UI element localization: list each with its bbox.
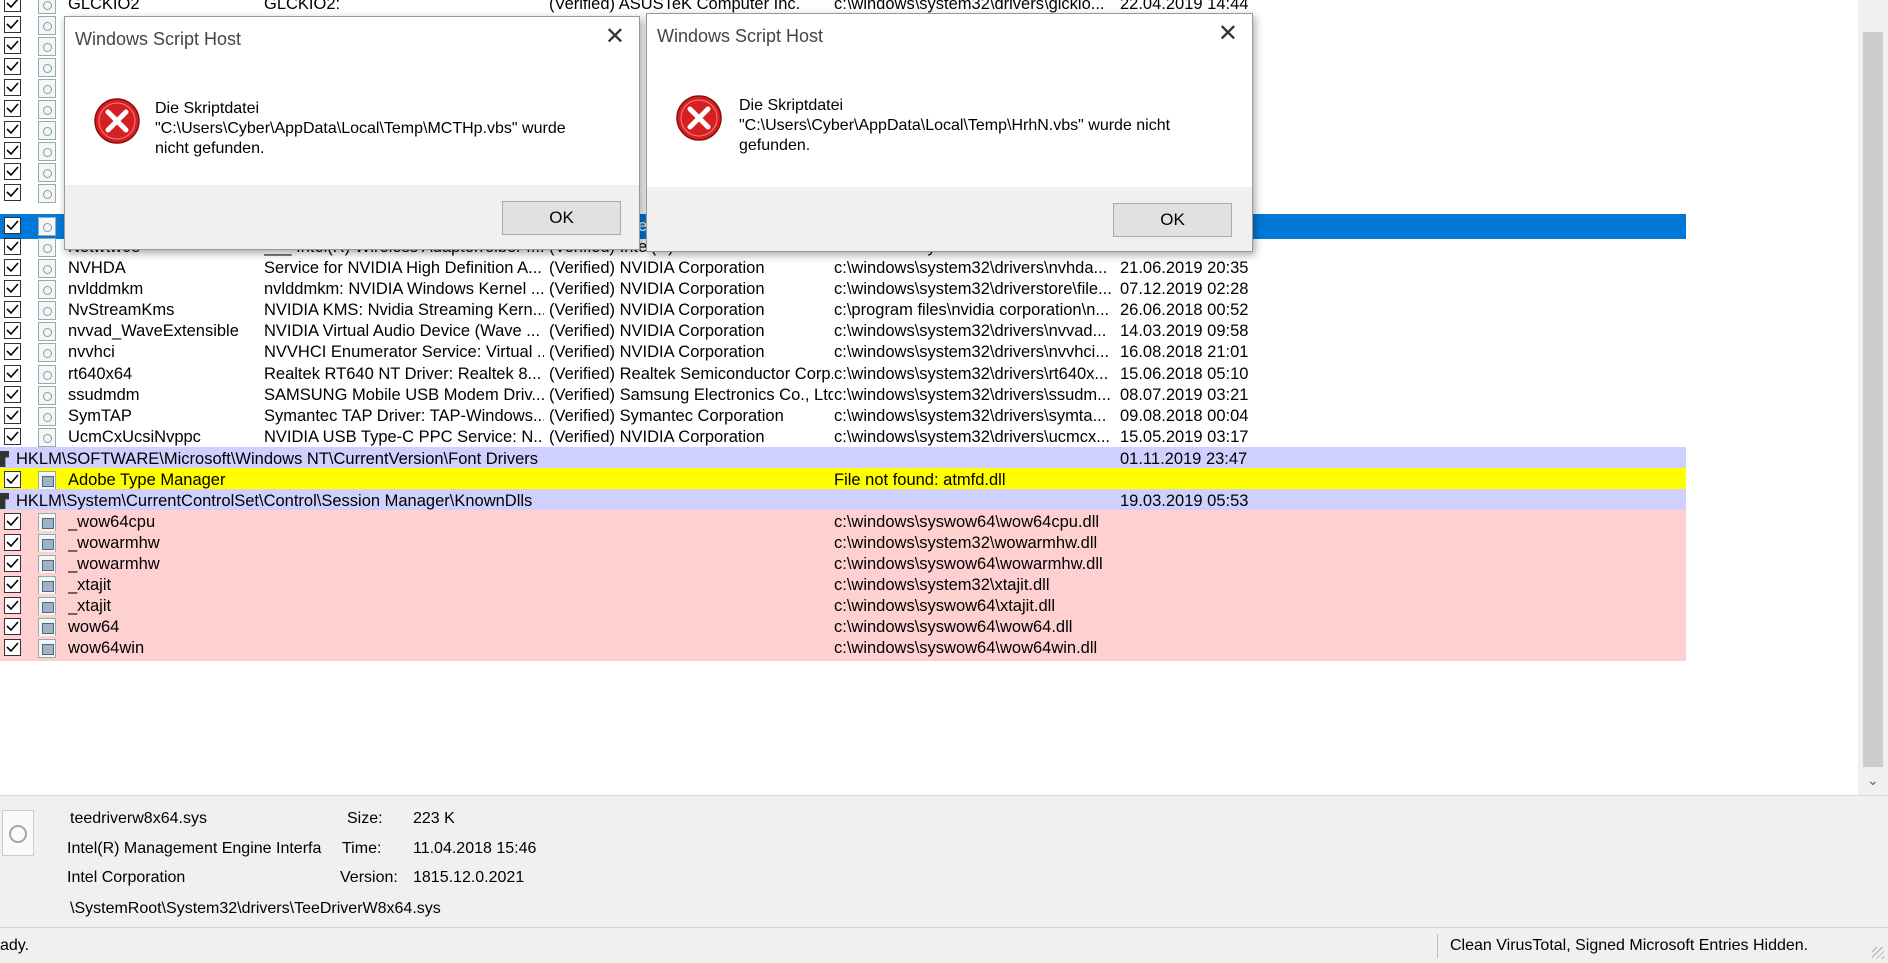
detail-version-label: Version: bbox=[340, 869, 398, 886]
detail-description: Intel(R) Management Engine Interfa bbox=[67, 840, 322, 857]
entry-checkbox[interactable] bbox=[4, 37, 21, 54]
entry-checkbox[interactable] bbox=[4, 184, 21, 201]
dll-icon bbox=[38, 618, 56, 637]
dll-icon bbox=[38, 576, 56, 595]
detail-company: Intel Corporation bbox=[67, 869, 186, 886]
driver-gear-icon bbox=[38, 301, 56, 320]
entry-checkbox[interactable] bbox=[4, 100, 21, 117]
dll-icon bbox=[38, 534, 56, 553]
driver-gear-icon bbox=[38, 386, 56, 405]
dll-icon bbox=[38, 513, 56, 532]
entry-name: wow64win bbox=[68, 639, 145, 657]
entry-description: GLCKIO2: bbox=[264, 0, 341, 13]
driver-gear-icon bbox=[38, 407, 56, 426]
entry-checkbox[interactable] bbox=[4, 597, 21, 614]
file-gear-icon bbox=[2, 810, 34, 856]
entry-checkbox[interactable] bbox=[4, 58, 21, 75]
script-host-dialog-1[interactable]: Windows Script Host ✕ Die Skriptdatei "C… bbox=[64, 16, 640, 250]
vertical-scrollbar[interactable]: ⌄ bbox=[1858, 0, 1888, 795]
entry-checkbox[interactable] bbox=[4, 79, 21, 96]
driver-gear-icon bbox=[38, 142, 56, 161]
driver-gear-icon bbox=[38, 217, 56, 236]
entry-checkbox[interactable] bbox=[4, 121, 21, 138]
dll-icon bbox=[38, 555, 56, 574]
entry-checkbox[interactable] bbox=[4, 301, 21, 318]
driver-gear-icon bbox=[38, 365, 56, 384]
entry-checkbox[interactable] bbox=[4, 407, 21, 424]
driver-gear-icon bbox=[38, 121, 56, 140]
entry-checkbox[interactable] bbox=[4, 163, 21, 180]
entry-checkbox[interactable] bbox=[4, 142, 21, 159]
driver-gear-icon bbox=[38, 259, 56, 278]
scroll-down-icon[interactable]: ⌄ bbox=[1867, 772, 1879, 789]
detail-time-label: Time: bbox=[342, 840, 382, 857]
status-text: ady. bbox=[0, 937, 30, 954]
driver-gear-icon bbox=[38, 322, 56, 341]
driver-gear-icon bbox=[38, 184, 56, 203]
driver-gear-icon bbox=[38, 280, 56, 299]
driver-gear-icon bbox=[38, 16, 56, 35]
driver-gear-icon bbox=[38, 79, 56, 98]
entry-checkbox[interactable] bbox=[4, 471, 21, 488]
entry-checkbox[interactable] bbox=[4, 0, 21, 12]
entry-checkbox[interactable] bbox=[4, 534, 21, 551]
entry-checkbox[interactable] bbox=[4, 576, 21, 593]
scrollbar-thumb[interactable] bbox=[1863, 32, 1883, 767]
entry-image-path: c:\windows\syswow64\wow64win.dll bbox=[834, 639, 1098, 657]
detail-time: 11.04.2018 15:46 bbox=[413, 840, 537, 857]
registry-key-icon bbox=[0, 493, 9, 509]
driver-gear-icon bbox=[38, 428, 56, 447]
entry-checkbox[interactable] bbox=[4, 555, 21, 572]
entry-checkbox[interactable] bbox=[4, 259, 21, 276]
dialog-title: Windows Script Host bbox=[75, 29, 242, 49]
dialog-message: Die Skriptdatei "C:\Users\Cyber\AppData\… bbox=[739, 97, 1171, 154]
driver-gear-icon bbox=[38, 100, 56, 119]
dll-icon bbox=[38, 597, 56, 616]
entry-checkbox[interactable] bbox=[4, 365, 21, 382]
ok-button[interactable]: OK bbox=[1113, 203, 1232, 237]
resize-grip[interactable] bbox=[1872, 947, 1884, 959]
entry-checkbox[interactable] bbox=[4, 428, 21, 445]
driver-gear-icon bbox=[38, 37, 56, 56]
driver-gear-icon bbox=[38, 238, 56, 257]
entry-checkbox[interactable] bbox=[4, 639, 21, 656]
driver-gear-icon bbox=[38, 0, 56, 14]
entry-checkbox[interactable] bbox=[4, 280, 21, 297]
known-dll-row[interactable]: wow64win c:\windows\syswow64\wow64win.dll bbox=[0, 636, 1686, 661]
detail-version: 1815.12.0.2021 bbox=[413, 869, 525, 886]
entry-checkbox[interactable] bbox=[4, 322, 21, 339]
entry-checkbox[interactable] bbox=[4, 217, 21, 234]
status-bar: ady. Clean VirusTotal, Signed Microsoft … bbox=[0, 927, 1888, 963]
dialog-footer: OK bbox=[647, 187, 1252, 251]
driver-gear-icon bbox=[38, 343, 56, 362]
dialog-title: Windows Script Host bbox=[657, 26, 824, 46]
detail-size-label: Size: bbox=[347, 810, 383, 827]
entry-checkbox[interactable] bbox=[4, 618, 21, 635]
driver-gear-icon bbox=[38, 163, 56, 182]
close-icon[interactable]: ✕ bbox=[605, 25, 625, 49]
detail-filename: teedriverw8x64.sys bbox=[70, 810, 207, 827]
close-icon[interactable]: ✕ bbox=[1218, 22, 1238, 46]
registry-key-icon bbox=[0, 451, 9, 467]
entry-checkbox[interactable] bbox=[4, 386, 21, 403]
detail-size: 223 K bbox=[413, 810, 455, 827]
error-icon bbox=[676, 95, 722, 141]
dll-icon bbox=[38, 639, 56, 658]
detail-path: \SystemRoot\System32\drivers\TeeDriverW8… bbox=[70, 900, 441, 917]
dll-icon bbox=[38, 471, 56, 490]
status-filter-text: Clean VirusTotal, Signed Microsoft Entri… bbox=[1450, 937, 1809, 954]
entry-checkbox[interactable] bbox=[4, 343, 21, 360]
status-separator bbox=[1437, 934, 1438, 958]
entry-checkbox[interactable] bbox=[4, 513, 21, 530]
dialog-message: Die Skriptdatei "C:\Users\Cyber\AppData\… bbox=[155, 100, 566, 157]
ok-button[interactable]: OK bbox=[502, 201, 621, 235]
script-host-dialog-2[interactable]: Windows Script Host ✕ Die Skriptdatei "C… bbox=[646, 13, 1253, 252]
error-icon bbox=[94, 98, 140, 144]
driver-gear-icon bbox=[38, 58, 56, 77]
entry-checkbox[interactable] bbox=[4, 16, 21, 33]
entry-name: GLCKIO2 bbox=[68, 0, 140, 13]
dialog-footer: OK bbox=[65, 185, 639, 249]
entry-checkbox[interactable] bbox=[4, 238, 21, 255]
detail-pane: teedriverw8x64.sys Intel(R) Management E… bbox=[0, 795, 1888, 928]
